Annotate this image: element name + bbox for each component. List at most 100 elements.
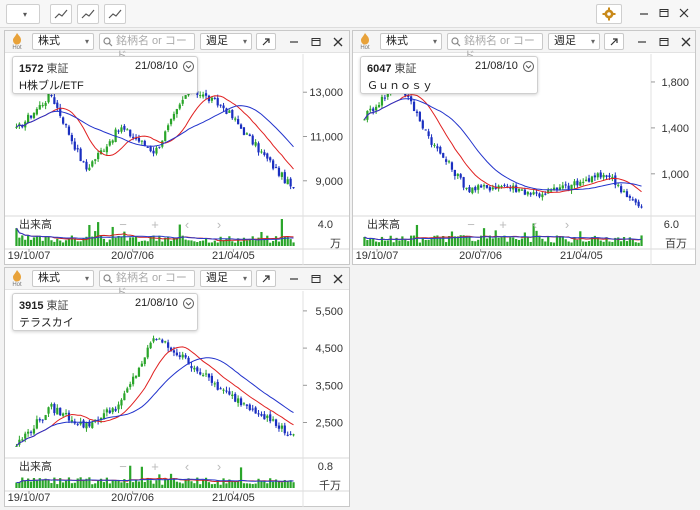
add-chart-button[interactable]: ▾	[6, 4, 40, 24]
volume-bar	[587, 241, 591, 246]
candle-body	[50, 404, 53, 407]
chart-nav-button[interactable]: ›	[565, 217, 569, 232]
candle-body	[491, 187, 494, 190]
volume-bar	[485, 238, 489, 246]
volume-bar	[377, 242, 381, 246]
restore-button[interactable]	[657, 6, 671, 20]
candle-body	[260, 151, 263, 153]
close-button[interactable]	[677, 6, 691, 20]
trend-tool-button-3[interactable]	[104, 4, 126, 24]
panel-minimize-button[interactable]	[287, 35, 301, 49]
volume-bar	[47, 236, 50, 246]
chart-nav-button[interactable]: +	[151, 459, 159, 474]
restore-icon	[311, 38, 321, 46]
volume-bar	[15, 482, 18, 488]
candle-body	[108, 410, 111, 413]
candle-body	[181, 99, 184, 104]
hot-button[interactable]: Hot	[357, 32, 373, 52]
trend-tool-button[interactable]	[50, 4, 72, 24]
chart-nav-button[interactable]: −	[119, 217, 127, 232]
hot-button[interactable]: Hot	[9, 269, 25, 289]
candle-body	[117, 130, 120, 132]
volume-bar	[204, 237, 208, 246]
minimize-icon	[290, 278, 298, 280]
panel-close-button[interactable]	[679, 35, 693, 49]
security-type-select[interactable]: 株式 ▾	[380, 33, 442, 50]
volume-bar	[248, 483, 251, 488]
panel-restore-button[interactable]	[309, 272, 323, 286]
chart-nav-button[interactable]: ‹	[185, 459, 189, 474]
settings-button[interactable]	[596, 4, 622, 24]
candle-body	[242, 127, 246, 135]
volume-bar	[202, 240, 205, 246]
volume-bar	[637, 242, 640, 246]
security-type-value: 株式	[38, 35, 60, 47]
volume-bar	[94, 231, 97, 246]
candle-body	[520, 189, 524, 191]
volume-bar	[88, 477, 91, 488]
symbol-search-input[interactable]: 銘柄名 or コード	[447, 33, 543, 62]
period-value: 週足	[206, 272, 228, 284]
period-select[interactable]: 週足 ▾	[200, 33, 252, 50]
candle-body	[289, 433, 292, 435]
panel-restore-button[interactable]	[657, 35, 671, 49]
y-tick-label: 1,000	[661, 169, 689, 181]
panel-close-button[interactable]	[331, 35, 345, 49]
candle-body	[70, 135, 73, 142]
volume-bar	[102, 482, 106, 488]
volume-bar	[611, 241, 614, 246]
info-dropdown-icon[interactable]	[523, 61, 534, 72]
candle-body	[251, 408, 254, 410]
volume-bar	[538, 235, 541, 246]
info-dropdown-icon[interactable]	[183, 61, 194, 72]
open-external-button[interactable]	[604, 33, 624, 50]
chart-nav-button[interactable]: +	[151, 217, 159, 232]
minimize-button[interactable]	[637, 6, 651, 20]
volume-bar	[155, 480, 158, 488]
candle-body	[181, 354, 184, 358]
hot-button[interactable]: Hot	[9, 32, 25, 52]
candle-body	[29, 431, 33, 433]
volume-bar	[266, 235, 269, 246]
trend-tool-button-2[interactable]	[77, 4, 99, 24]
panel-minimize-button[interactable]	[635, 35, 649, 49]
chart-nav-button[interactable]: ›	[217, 217, 221, 232]
candle-body	[108, 141, 111, 146]
panel-restore-button[interactable]	[309, 35, 323, 49]
candle-body	[15, 445, 18, 447]
candle-body	[369, 108, 372, 111]
candle-body	[137, 137, 141, 142]
candle-body	[216, 98, 219, 106]
candle-body	[280, 172, 283, 177]
volume-bar	[15, 228, 18, 246]
volume-bar	[207, 482, 211, 488]
volume-label: 出来高	[19, 459, 52, 473]
volume-bar	[21, 477, 24, 488]
period-select[interactable]: 週足 ▾	[548, 33, 600, 50]
panel-minimize-button[interactable]	[287, 272, 301, 286]
volume-bar	[561, 236, 564, 246]
candle-body	[421, 120, 424, 129]
period-select[interactable]: 週足 ▾	[200, 270, 252, 287]
candle-body	[517, 188, 521, 192]
open-external-button[interactable]	[256, 270, 276, 287]
panel-close-button[interactable]	[331, 272, 345, 286]
chart-nav-button[interactable]: ›	[217, 459, 221, 474]
symbol-search-input[interactable]: 銘柄名 or コード	[99, 270, 195, 299]
info-dropdown-icon[interactable]	[183, 298, 194, 309]
period-value: 週足	[206, 35, 228, 47]
security-type-select[interactable]: 株式 ▾	[32, 33, 94, 50]
symbol-search-input[interactable]: 銘柄名 or コード	[99, 33, 195, 62]
chart-nav-button[interactable]: −	[119, 459, 127, 474]
open-external-button[interactable]	[256, 33, 276, 50]
chart-nav-button[interactable]: −	[467, 217, 475, 232]
volume-bar	[79, 477, 82, 488]
chart-nav-button[interactable]: ‹	[185, 217, 189, 232]
chart-nav-button[interactable]: ‹	[533, 217, 537, 232]
candle-body	[245, 133, 248, 135]
security-type-select[interactable]: 株式 ▾	[32, 270, 94, 287]
y-tick-label: 9,000	[315, 176, 343, 188]
chart-nav-button[interactable]: +	[499, 217, 507, 232]
stock-name: H株ブル/ETF	[19, 80, 84, 92]
candle-body	[169, 119, 173, 125]
